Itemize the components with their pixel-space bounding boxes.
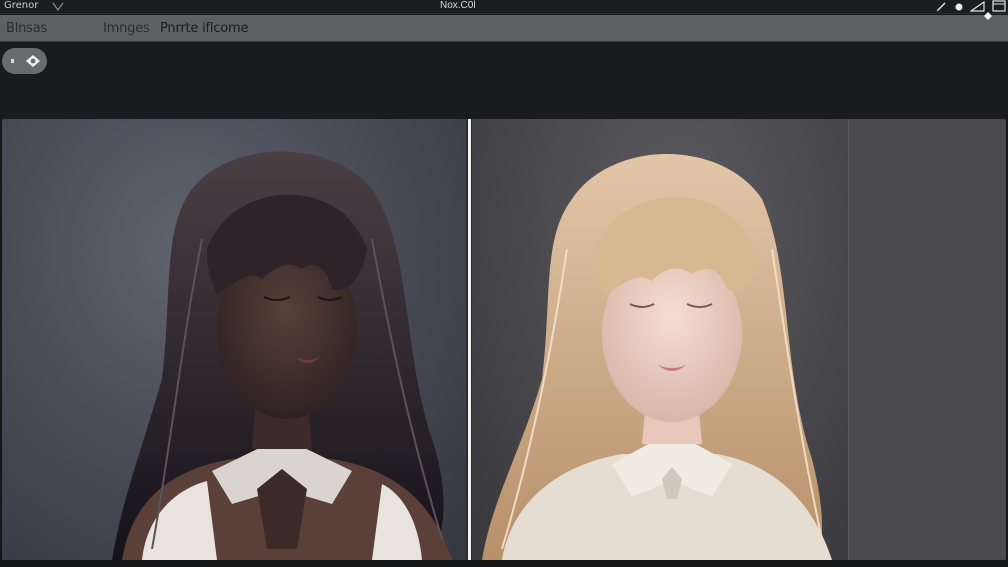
ruler-icon[interactable] xyxy=(970,0,986,12)
options-band xyxy=(0,43,1008,120)
menu-item-pnrrte-iflcome[interactable]: Pnrrte iflcome xyxy=(160,21,249,37)
chevron-down-icon[interactable] xyxy=(52,1,64,12)
app-name: Grenor xyxy=(4,0,39,11)
window-controls xyxy=(936,0,1008,12)
pen-icon[interactable] xyxy=(936,0,948,12)
title-bar: Grenor Nox.C0l xyxy=(0,0,1008,14)
toggle-indicator xyxy=(11,59,14,63)
eye-icon xyxy=(26,55,40,67)
blonde-portrait xyxy=(482,154,832,560)
bottom-strip xyxy=(0,560,1008,567)
left-image-pane[interactable] xyxy=(2,119,466,560)
menu-item-blnsas[interactable]: Blnsas xyxy=(6,21,47,37)
record-dot-icon[interactable] xyxy=(954,0,964,12)
diamond-icon[interactable] xyxy=(984,12,992,20)
dark-haired-portrait xyxy=(112,151,452,560)
divider-handle-line[interactable] xyxy=(468,119,471,560)
window-icon[interactable] xyxy=(992,0,1006,12)
side-panel xyxy=(848,119,1006,560)
menu-item-imnges[interactable]: Imnges xyxy=(103,21,150,37)
view-toggle[interactable] xyxy=(2,48,47,74)
right-image-pane[interactable] xyxy=(472,119,848,560)
menu-toolbar: Blnsas Imnges Pnrrte iflcome xyxy=(0,15,1008,42)
window-title: Nox.C0l xyxy=(440,0,476,11)
image-viewer xyxy=(2,119,1006,560)
